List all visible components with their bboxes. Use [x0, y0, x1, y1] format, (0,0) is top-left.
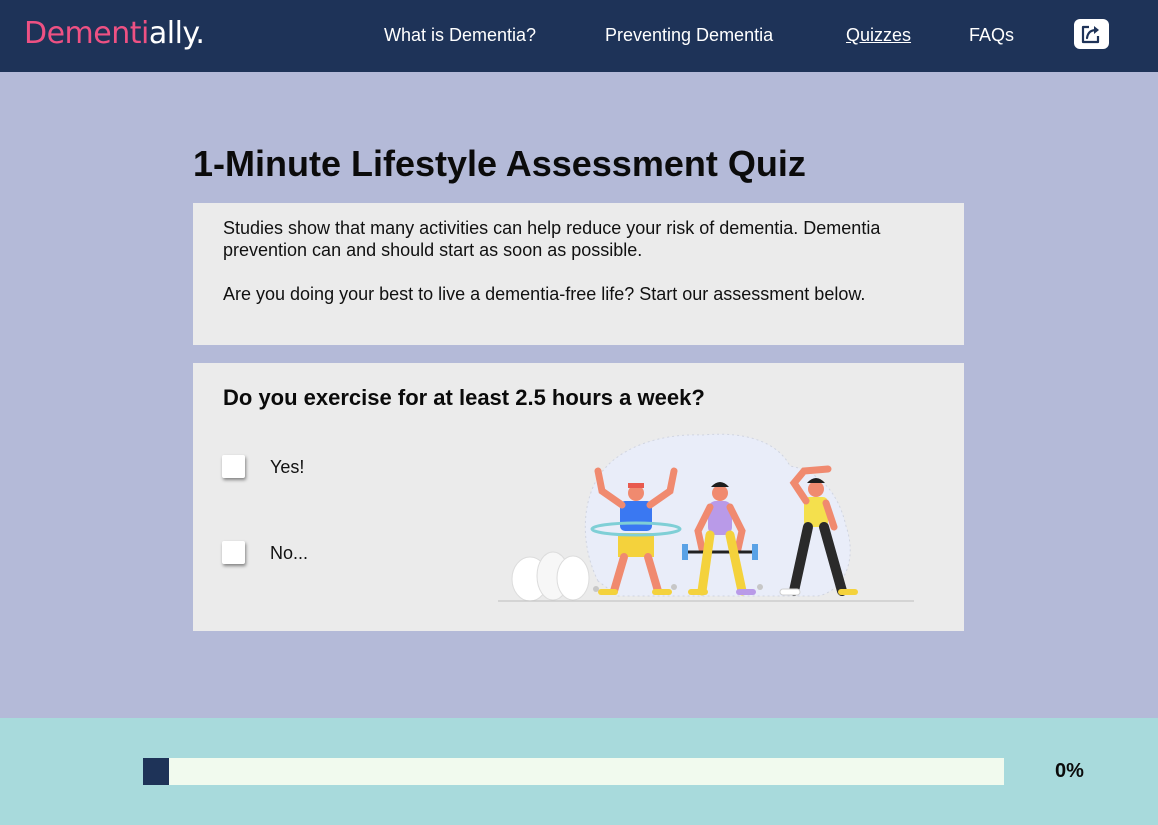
progress-fill [143, 758, 169, 785]
logo-text-accent: Dementi [24, 16, 149, 51]
nav-link-faqs[interactable]: FAQs [969, 24, 1014, 46]
logo-text: ally. [148, 16, 205, 51]
quiz-card: Do you exercise for at least 2.5 hours a… [193, 363, 964, 631]
intro-prompt: Are you doing your best to live a dement… [223, 284, 866, 304]
page-title: 1-Minute Lifestyle Assessment Quiz [193, 143, 806, 184]
intro-card: Studies show that many activities can he… [193, 203, 964, 345]
exercise-illustration [498, 433, 914, 602]
nav-link-what-is-dementia[interactable]: What is Dementia? [384, 24, 536, 46]
logo[interactable]: Dementially. [24, 13, 205, 55]
top-navbar: Dementially. What is Dementia? Preventin… [0, 0, 1158, 72]
no-checkbox[interactable] [222, 541, 245, 564]
share-button[interactable] [1074, 19, 1109, 49]
option-yes-label: Yes! [270, 457, 305, 477]
progress-percent: 0% [1055, 760, 1084, 782]
yes-checkbox[interactable] [222, 455, 245, 478]
intro-paragraph: Studies show that many activities can he… [223, 218, 881, 260]
option-no-label: No... [270, 543, 309, 563]
progress-track [143, 758, 1004, 785]
nav-link-quizzes[interactable]: Quizzes [846, 24, 911, 46]
quiz-question: Do you exercise for at least 2.5 hours a… [223, 385, 705, 410]
progress-footer: 0% [0, 718, 1158, 825]
share-icon [1081, 25, 1100, 44]
nav-link-preventing-dementia[interactable]: Preventing Dementia [605, 24, 773, 46]
